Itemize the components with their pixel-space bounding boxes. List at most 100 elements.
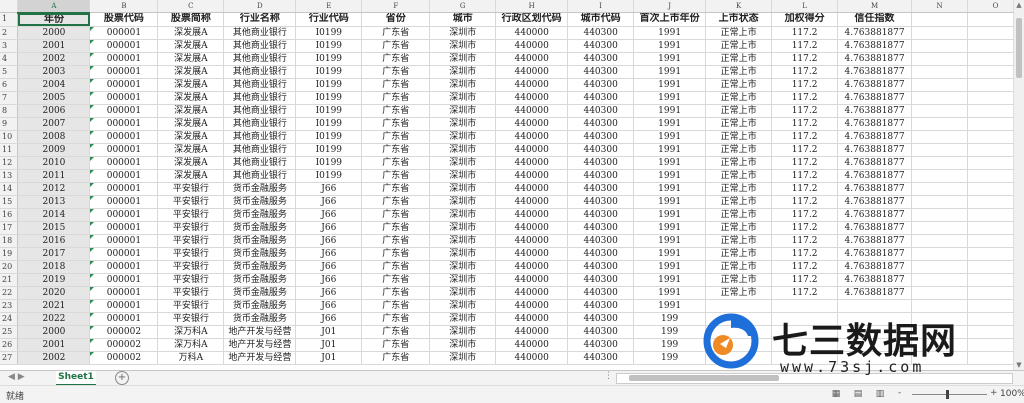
cell-b2[interactable]: 000001 <box>89 26 159 40</box>
cell-e23[interactable]: J66 <box>295 299 363 313</box>
cell-l19[interactable]: 117.2 <box>771 247 839 261</box>
cell-i26[interactable]: 440300 <box>567 338 635 352</box>
cell-d18[interactable]: 货币金融服务 <box>223 234 297 248</box>
zoom-slider-knob[interactable] <box>946 390 949 399</box>
cell-b15[interactable]: 000001 <box>89 195 159 209</box>
cell-i7[interactable]: 440300 <box>567 91 635 105</box>
cell-l4[interactable]: 117.2 <box>771 52 839 66</box>
row-number[interactable]: 27 <box>0 351 19 365</box>
cell-n14[interactable] <box>911 182 968 196</box>
cell-h27[interactable]: 440000 <box>495 351 569 365</box>
cell-k20[interactable]: 正常上市 <box>705 260 773 274</box>
cell-i1[interactable]: 城市代码 <box>567 12 635 27</box>
cell-f25[interactable]: 广东省 <box>361 325 431 339</box>
cell-a21[interactable]: 2019 <box>17 273 91 287</box>
zoom-level[interactable]: 100% <box>1000 389 1024 399</box>
more-options-icon[interactable]: ⋮ <box>604 371 613 381</box>
cell-d12[interactable]: 其他商业银行 <box>223 156 297 170</box>
cell-m16[interactable]: 4.763881877 <box>837 208 913 222</box>
cell-e6[interactable]: I0199 <box>295 78 363 92</box>
cell-j17[interactable]: 1991 <box>633 221 707 235</box>
row-number[interactable]: 7 <box>0 91 19 105</box>
cell-i17[interactable]: 440300 <box>567 221 635 235</box>
cell-h9[interactable]: 440000 <box>495 117 569 131</box>
cell-d22[interactable]: 货币金融服务 <box>223 286 297 300</box>
vertical-scroll-thumb[interactable] <box>1016 18 1022 78</box>
cell-a27[interactable]: 2002 <box>17 351 91 365</box>
row-number[interactable]: 24 <box>0 312 19 326</box>
cell-k3[interactable]: 正常上市 <box>705 39 773 53</box>
cell-n22[interactable] <box>911 286 968 300</box>
cell-m12[interactable]: 4.763881877 <box>837 156 913 170</box>
cell-l1[interactable]: 加权得分 <box>771 12 839 27</box>
cell-g18[interactable]: 深圳市 <box>429 234 497 248</box>
cell-j11[interactable]: 1991 <box>633 143 707 157</box>
cell-f19[interactable]: 广东省 <box>361 247 431 261</box>
cell-h3[interactable]: 440000 <box>495 39 569 53</box>
cell-h8[interactable]: 440000 <box>495 104 569 118</box>
cell-m3[interactable]: 4.763881877 <box>837 39 913 53</box>
cell-l11[interactable]: 117.2 <box>771 143 839 157</box>
cell-a4[interactable]: 2002 <box>17 52 91 66</box>
cell-a14[interactable]: 2012 <box>17 182 91 196</box>
cell-g23[interactable]: 深圳市 <box>429 299 497 313</box>
cell-a16[interactable]: 2014 <box>17 208 91 222</box>
cell-i8[interactable]: 440300 <box>567 104 635 118</box>
cell-c16[interactable]: 平安银行 <box>157 208 225 222</box>
row-number[interactable]: 2 <box>0 26 19 40</box>
cell-e25[interactable]: J01 <box>295 325 363 339</box>
cell-j8[interactable]: 1991 <box>633 104 707 118</box>
cell-l7[interactable]: 117.2 <box>771 91 839 105</box>
cell-m4[interactable]: 4.763881877 <box>837 52 913 66</box>
cell-j6[interactable]: 1991 <box>633 78 707 92</box>
row-number[interactable]: 21 <box>0 273 19 287</box>
cell-l15[interactable]: 117.2 <box>771 195 839 209</box>
column-header-l[interactable]: L <box>771 0 839 13</box>
cell-n19[interactable] <box>911 247 968 261</box>
cell-g6[interactable]: 深圳市 <box>429 78 497 92</box>
cell-f20[interactable]: 广东省 <box>361 260 431 274</box>
cell-c24[interactable]: 平安银行 <box>157 312 225 326</box>
cell-c2[interactable]: 深发展A <box>157 26 225 40</box>
cell-b20[interactable]: 000001 <box>89 260 159 274</box>
cell-h26[interactable]: 440000 <box>495 338 569 352</box>
cell-j15[interactable]: 1991 <box>633 195 707 209</box>
cell-k22[interactable]: 正常上市 <box>705 286 773 300</box>
cell-g21[interactable]: 深圳市 <box>429 273 497 287</box>
cell-f15[interactable]: 广东省 <box>361 195 431 209</box>
cell-m15[interactable]: 4.763881877 <box>837 195 913 209</box>
cell-g24[interactable]: 深圳市 <box>429 312 497 326</box>
cell-i22[interactable]: 440300 <box>567 286 635 300</box>
cell-i4[interactable]: 440300 <box>567 52 635 66</box>
column-header-h[interactable]: H <box>495 0 569 13</box>
cell-e11[interactable]: I0199 <box>295 143 363 157</box>
cell-h24[interactable]: 440000 <box>495 312 569 326</box>
cell-i6[interactable]: 440300 <box>567 78 635 92</box>
cell-d25[interactable]: 地产开发与经营 <box>223 325 297 339</box>
cell-l13[interactable]: 117.2 <box>771 169 839 183</box>
cell-h17[interactable]: 440000 <box>495 221 569 235</box>
cell-l5[interactable]: 117.2 <box>771 65 839 79</box>
cell-i20[interactable]: 440300 <box>567 260 635 274</box>
cell-n21[interactable] <box>911 273 968 287</box>
cell-i18[interactable]: 440300 <box>567 234 635 248</box>
cell-h11[interactable]: 440000 <box>495 143 569 157</box>
cell-g27[interactable]: 深圳市 <box>429 351 497 365</box>
column-header-i[interactable]: I <box>567 0 635 13</box>
cell-a5[interactable]: 2003 <box>17 65 91 79</box>
row-number[interactable]: 10 <box>0 130 19 144</box>
cell-k8[interactable]: 正常上市 <box>705 104 773 118</box>
cell-g22[interactable]: 深圳市 <box>429 286 497 300</box>
cell-a9[interactable]: 2007 <box>17 117 91 131</box>
cell-g14[interactable]: 深圳市 <box>429 182 497 196</box>
cell-j19[interactable]: 1991 <box>633 247 707 261</box>
cell-j5[interactable]: 1991 <box>633 65 707 79</box>
cell-l22[interactable]: 117.2 <box>771 286 839 300</box>
cell-h6[interactable]: 440000 <box>495 78 569 92</box>
cell-f11[interactable]: 广东省 <box>361 143 431 157</box>
row-number[interactable]: 22 <box>0 286 19 300</box>
cell-n12[interactable] <box>911 156 968 170</box>
cell-m10[interactable]: 4.763881877 <box>837 130 913 144</box>
cell-f12[interactable]: 广东省 <box>361 156 431 170</box>
row-number[interactable]: 26 <box>0 338 19 352</box>
